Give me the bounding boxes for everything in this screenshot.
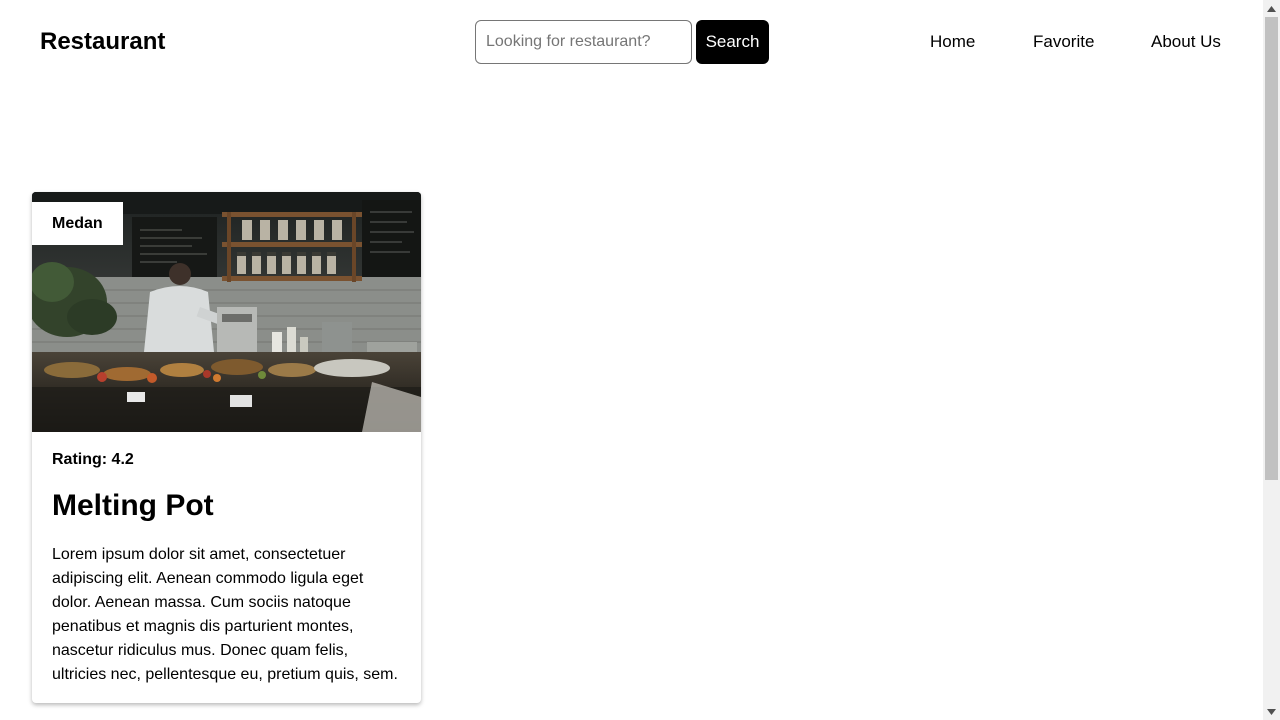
restaurant-description: Lorem ipsum dolor sit amet, consectetuer…	[52, 546, 398, 683]
main-nav: Home Favorite About Us	[0, 32, 1263, 52]
vertical-scrollbar[interactable]	[1263, 0, 1280, 720]
nav-home-link[interactable]: Home	[930, 32, 975, 52]
rating-label: Rating:	[52, 451, 112, 468]
city-badge: Medan	[32, 202, 123, 245]
restaurant-image: Medan	[32, 192, 421, 432]
restaurant-card[interactable]: Medan Rating: 4.2 Melting Pot Lorem ipsu…	[32, 192, 421, 703]
app-bar: Restaurant Search Home Favorite About Us	[0, 0, 1263, 84]
rating: Rating: 4.2	[52, 451, 134, 469]
nav-favorite-link[interactable]: Favorite	[1033, 32, 1094, 52]
scroll-up-icon[interactable]	[1263, 0, 1280, 17]
nav-about-link[interactable]: About Us	[1151, 32, 1221, 52]
scroll-down-icon[interactable]	[1263, 703, 1280, 720]
restaurant-name: Melting Pot	[52, 489, 214, 522]
browser-viewport: Restaurant Search Home Favorite About Us	[0, 0, 1280, 720]
rating-value: 4.2	[111, 451, 134, 468]
scroll-thumb[interactable]	[1265, 17, 1278, 480]
page: Restaurant Search Home Favorite About Us	[0, 0, 1263, 720]
